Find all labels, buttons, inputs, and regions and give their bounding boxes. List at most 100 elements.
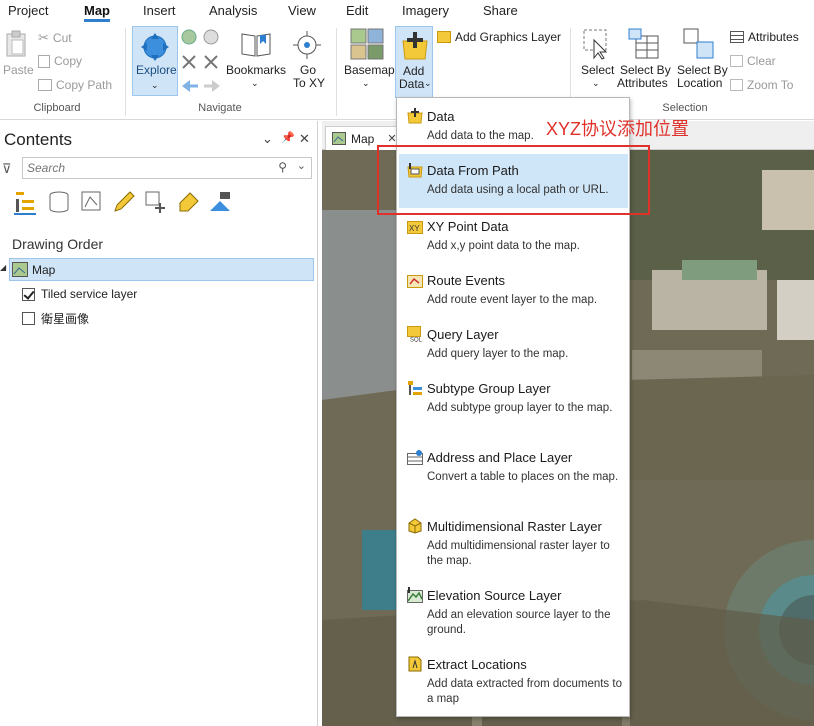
tab-map[interactable]: Map bbox=[84, 3, 110, 22]
menu-item-desc: Add subtype group layer to the map. bbox=[427, 402, 613, 414]
add-data-button[interactable]: Add Data ⌄ bbox=[395, 26, 433, 98]
add-graphics-layer-label: Add Graphics Layer bbox=[455, 30, 562, 44]
menu-item-extract-locations[interactable]: Extract Locations Add data extracted fro… bbox=[399, 652, 628, 714]
add-data-icon bbox=[402, 32, 428, 60]
multidimensional-raster-icon bbox=[408, 518, 422, 534]
copy-path-button[interactable]: Copy Path bbox=[38, 78, 112, 92]
map-icon bbox=[332, 132, 346, 145]
go-to-xy-label-2: To XY bbox=[293, 76, 326, 90]
clear-icon bbox=[730, 55, 743, 67]
zoom-to-button[interactable]: Zoom To bbox=[730, 78, 793, 92]
perspective-imagery-icon[interactable] bbox=[208, 189, 234, 215]
toc-toolbar bbox=[14, 189, 244, 215]
divider bbox=[336, 28, 337, 116]
menu-item-title: Data bbox=[427, 109, 455, 124]
chevron-down-icon: ⌄ bbox=[151, 80, 159, 90]
copy-button[interactable]: Copy bbox=[38, 54, 82, 68]
close-icon[interactable]: ✕ bbox=[299, 131, 310, 147]
explore-label: Explore bbox=[136, 63, 177, 77]
chevron-down-icon: ⌄ bbox=[424, 78, 432, 88]
expand-triangle-icon[interactable]: ◢ bbox=[0, 263, 6, 272]
layer-visibility-checkbox[interactable] bbox=[22, 311, 35, 325]
menu-item-desc: Add route event layer to the map. bbox=[427, 294, 598, 306]
menu-item-title: Query Layer bbox=[427, 327, 499, 342]
menu-item-address-and-place-layer[interactable]: Address and Place Layer Convert a table … bbox=[399, 445, 628, 511]
menu-item-query-layer[interactable]: SQL Query Layer Add query layer to the m… bbox=[399, 322, 628, 372]
menu-item-desc: Add query layer to the map. bbox=[427, 348, 569, 360]
tab-insert[interactable]: Insert bbox=[143, 3, 176, 18]
chevron-down-icon: ⌄ bbox=[362, 78, 370, 88]
editing-pencil-icon[interactable] bbox=[111, 189, 137, 215]
crosshair-icon bbox=[293, 31, 321, 59]
data-plus-icon bbox=[407, 108, 423, 124]
tab-imagery[interactable]: Imagery bbox=[402, 3, 449, 18]
graphics-layer-icon bbox=[437, 31, 451, 43]
chevron-down-icon: ⌄ bbox=[251, 78, 259, 88]
search-input[interactable] bbox=[27, 161, 267, 175]
layer-row-satellite[interactable]: 衛星画像 bbox=[22, 308, 89, 328]
map-layer-row[interactable]: Map bbox=[9, 258, 314, 281]
pin-icon[interactable]: 📌 bbox=[281, 131, 295, 144]
attributes-label: Attributes bbox=[748, 30, 799, 44]
cut-button[interactable]: ✂ Cut bbox=[38, 30, 72, 46]
layer-name: 衛星画像 bbox=[41, 311, 90, 326]
menu-item-title: Route Events bbox=[427, 273, 506, 288]
divider bbox=[125, 28, 126, 116]
menu-item-multidimensional-raster-layer[interactable]: Multidimensional Raster Layer Add multid… bbox=[399, 514, 628, 580]
navigate-group-label: Navigate bbox=[198, 102, 242, 114]
select-by-attributes-label-2: Attributes bbox=[617, 76, 668, 90]
search-box: ⚲ ⌄ bbox=[22, 157, 312, 179]
selection-list-icon[interactable] bbox=[79, 189, 105, 215]
attributes-button[interactable]: Attributes bbox=[730, 30, 799, 44]
tab-view[interactable]: View bbox=[288, 3, 316, 18]
explore-button[interactable]: Explore ⌄ bbox=[132, 26, 178, 96]
drawing-order-title: Drawing Order bbox=[12, 236, 104, 252]
select-label: Select bbox=[581, 63, 615, 77]
chevron-down-icon[interactable]: ⌄ bbox=[297, 159, 306, 172]
add-graphics-layer-button[interactable]: Add Graphics Layer bbox=[437, 30, 561, 44]
select-icon bbox=[583, 29, 608, 60]
annotation-highlight-box bbox=[377, 145, 650, 215]
copy-icon bbox=[38, 54, 50, 68]
search-icon[interactable]: ⚲ bbox=[278, 160, 287, 174]
clear-button[interactable]: Clear bbox=[730, 54, 776, 68]
tab-share[interactable]: Share bbox=[483, 3, 518, 18]
tab-project[interactable]: Project bbox=[8, 3, 48, 18]
clipboard-group-label: Clipboard bbox=[33, 102, 81, 114]
contents-title: Contents bbox=[4, 130, 73, 149]
table-select-icon bbox=[628, 28, 659, 59]
ribbon-tab-bar: Project Map Insert Analysis View Edit Im… bbox=[0, 0, 814, 22]
menu-item-route-events[interactable]: Route Events Add route event layer to th… bbox=[399, 268, 628, 318]
menu-item-elevation-source-layer[interactable]: Elevation Source Layer Add an elevation … bbox=[399, 583, 628, 649]
menu-item-desc: Add an elevation source layer to the gro… bbox=[427, 609, 611, 636]
filter-icon[interactable]: ⊽ bbox=[2, 161, 12, 177]
zoom-nav-icons[interactable] bbox=[180, 28, 222, 94]
menu-item-title: Subtype Group Layer bbox=[427, 381, 551, 396]
snapping-icon[interactable] bbox=[143, 189, 169, 215]
select-by-location-label-2: Location bbox=[677, 76, 723, 90]
basemap-icon bbox=[350, 28, 384, 60]
scissors-icon: ✂ bbox=[38, 30, 49, 45]
data-source-icon[interactable] bbox=[46, 189, 72, 215]
menu-item-xy-point-data[interactable]: XY XY Point Data Add x,y point data to t… bbox=[399, 214, 628, 264]
basemap-label: Basemap bbox=[344, 63, 395, 77]
menu-item-title: Extract Locations bbox=[427, 657, 527, 672]
contents-pane: Contents ⌄ 📌 ✕ ⊽ ⚲ ⌄ bbox=[0, 121, 318, 726]
svg-text:XY: XY bbox=[409, 224, 420, 233]
copy-path-icon bbox=[38, 79, 52, 91]
tab-analysis[interactable]: Analysis bbox=[209, 3, 257, 18]
layer-row-tiled-service[interactable]: Tiled service layer bbox=[22, 284, 137, 304]
layer-name: Tiled service layer bbox=[41, 287, 138, 301]
menu-item-desc: Add x,y point data to the map. bbox=[427, 240, 580, 252]
labeling-icon[interactable] bbox=[176, 189, 202, 215]
menu-item-subtype-group-layer[interactable]: Subtype Group Layer Add subtype group la… bbox=[399, 376, 628, 442]
copy-path-label: Copy Path bbox=[56, 78, 113, 92]
menu-item-title: Multidimensional Raster Layer bbox=[427, 519, 602, 534]
tab-edit[interactable]: Edit bbox=[346, 3, 368, 18]
chevron-down-icon: ⌄ bbox=[592, 78, 600, 88]
drawing-order-icon[interactable] bbox=[14, 189, 40, 215]
pane-options-chevron-icon[interactable]: ⌄ bbox=[262, 131, 273, 147]
menu-item-title: XY Point Data bbox=[427, 219, 509, 234]
layer-visibility-checkbox[interactable] bbox=[22, 287, 35, 301]
map-name: Map bbox=[32, 263, 56, 277]
